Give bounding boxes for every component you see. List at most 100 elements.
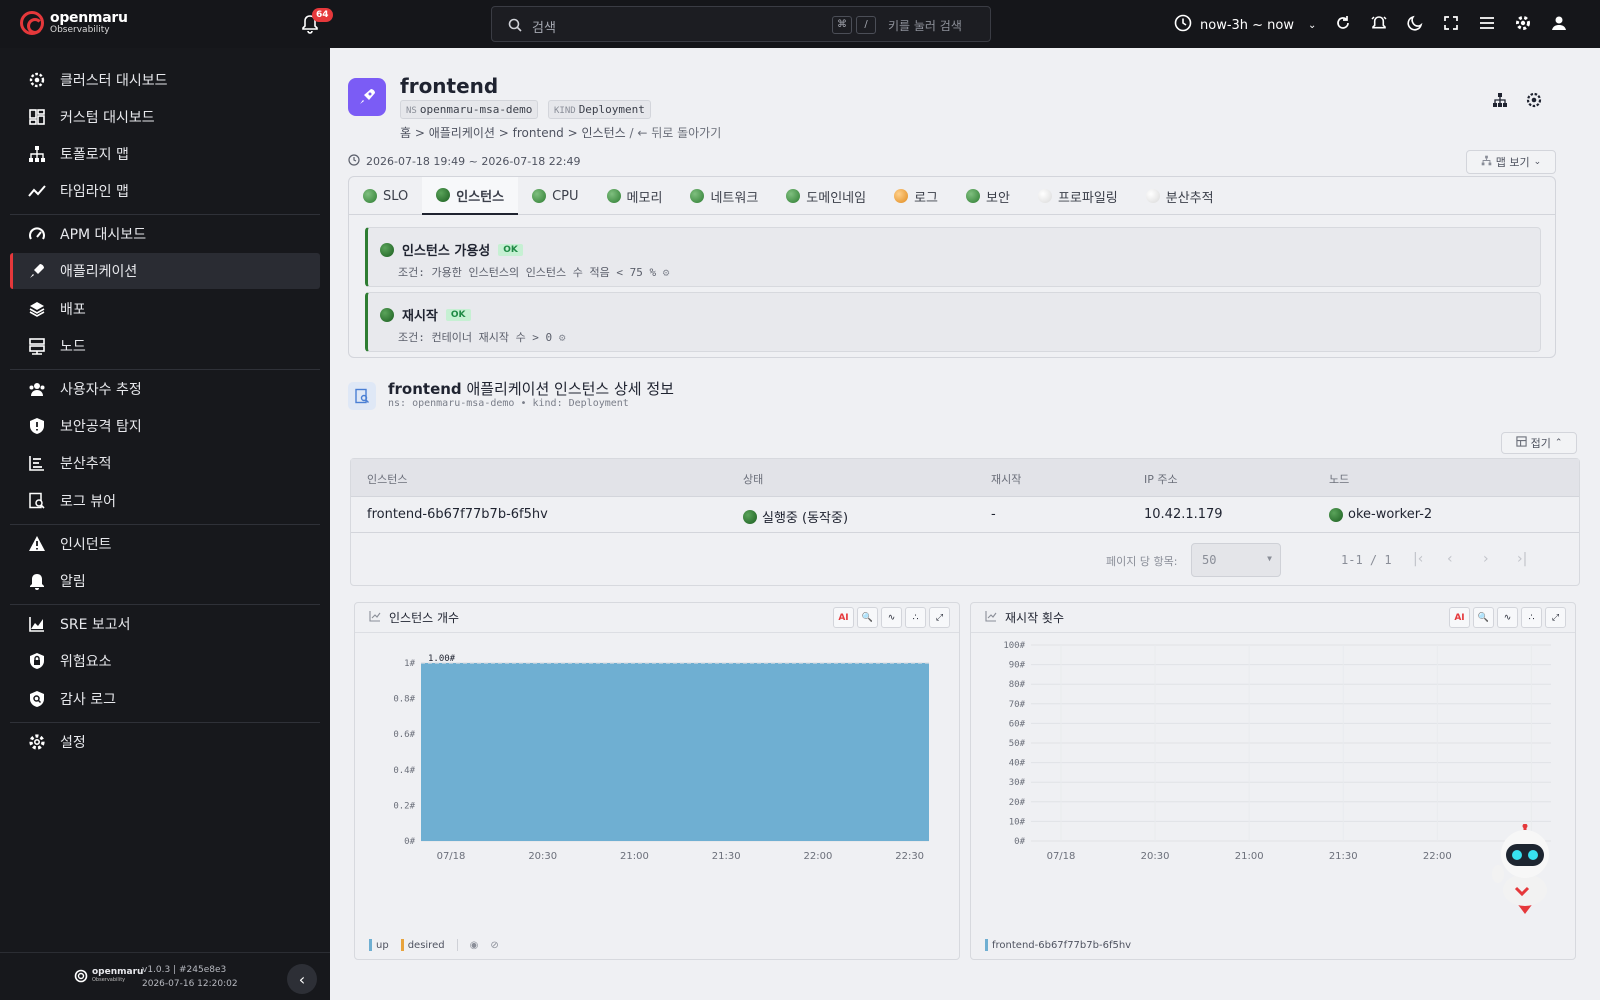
scatter-icon[interactable]: ∴	[1521, 607, 1542, 628]
instance-node[interactable]: oke-worker-2	[1329, 507, 1432, 522]
sidebar-item-layers[interactable]: 배포	[10, 291, 320, 327]
ai-icon[interactable]: AI	[833, 607, 854, 628]
chart-title: 재시작 횟수	[1005, 611, 1065, 625]
sidebar-item-timeline[interactable]: 타임라인 맵	[10, 173, 320, 209]
sidebar-item-warning[interactable]: 인시던트	[10, 526, 320, 562]
user-profile-icon[interactable]	[1550, 14, 1568, 36]
show-all-icon[interactable]: ◉	[470, 940, 479, 951]
search-input[interactable]: 검색 ⌘ / 키를 눌러 검색	[491, 6, 991, 42]
tab-label: SLO	[383, 188, 409, 204]
sidebar-item-shield-search[interactable]: 감사 로그	[10, 681, 320, 717]
sidebar-item-shield-alert[interactable]: 보안공격 탐지	[10, 408, 320, 444]
first-page-icon[interactable]: |‹	[1413, 551, 1423, 567]
gear-icon[interactable]: ⚙	[663, 266, 670, 279]
x-tick-label: 21:30	[1329, 851, 1358, 862]
rule-card-restart[interactable]: 재시작 OK 조건: 컨테이너 재시작 수 > 0 ⚙	[365, 292, 1541, 352]
line-chart-icon	[369, 610, 381, 625]
helm-icon[interactable]	[1526, 92, 1542, 112]
tab-7[interactable]: 보안	[952, 177, 1024, 215]
per-page-select[interactable]: 50 ▼	[1191, 543, 1281, 577]
y-tick-label: 30#	[1009, 778, 1026, 788]
settings-gear-icon[interactable]	[1514, 14, 1532, 36]
sidebar-item-shield-lock[interactable]: 위험요소	[10, 643, 320, 679]
breadcrumb-path[interactable]: 홈 > 애플리케이션 > frontend > 인스턴스	[400, 126, 626, 140]
legend-item-instance[interactable]: frontend-6b67f77b7b-6f5hv	[985, 939, 1131, 951]
y-tick-label: 0.4#	[393, 766, 415, 776]
inspect-icon[interactable]: 🔍	[857, 607, 878, 628]
tab-8[interactable]: 프로파일링	[1024, 177, 1132, 215]
sidebar-item-gear[interactable]: 설정	[10, 724, 320, 760]
tab-0[interactable]: SLO	[349, 177, 422, 215]
prev-page-icon[interactable]: ‹	[1447, 551, 1453, 567]
clock-icon	[1174, 14, 1192, 36]
tab-6[interactable]: 로그	[880, 177, 952, 215]
sidebar-item-trace[interactable]: 분산추적	[10, 445, 320, 481]
legend-item-desired[interactable]: desired	[400, 939, 445, 951]
tab-5[interactable]: 도메인네임	[772, 177, 880, 215]
refresh-icon[interactable]	[1334, 14, 1352, 36]
column-status[interactable]: 상태	[743, 471, 763, 487]
sidebar-item-log-search[interactable]: 로그 뷰어	[10, 483, 320, 519]
instance-ip: 10.42.1.179	[1144, 507, 1223, 522]
map-view-button[interactable]: 맵 보기 ⌄	[1466, 150, 1556, 174]
expand-icon[interactable]: ⤢	[929, 607, 950, 628]
status-dot	[1145, 189, 1160, 203]
notification-count-badge: 64	[312, 8, 333, 22]
sidebar-item-topology[interactable]: 토폴로지 맵	[10, 136, 320, 172]
legend-label: up	[376, 940, 389, 951]
tab-bar: SLO 인스턴스 CPU 메모리 네트워크 도메인네임 로그 보안 프로파일링 분산추적	[349, 177, 1555, 215]
sidebar-item-rocket[interactable]: 애플리케이션	[10, 253, 320, 289]
column-node[interactable]: 노드	[1329, 471, 1349, 487]
collapse-sidebar-button[interactable]: ‹	[287, 964, 317, 994]
gear-icon[interactable]: ⚙	[559, 331, 566, 344]
gauge-icon	[26, 223, 48, 245]
rule-card-availability[interactable]: 인스턴스 가용성 OK 조건: 가용한 인스턴스의 인스턴스 수 적음 < 75 …	[365, 227, 1541, 287]
scatter-icon[interactable]: ∴	[905, 607, 926, 628]
dark-mode-icon[interactable]	[1406, 14, 1424, 36]
expand-icon[interactable]: ⤢	[1545, 607, 1566, 628]
assistant-robot-icon[interactable]	[1490, 823, 1560, 914]
sidebar-item-area-chart[interactable]: SRE 보고서	[10, 606, 320, 642]
back-link[interactable]: / ← 뒤로 돌아가기	[629, 126, 721, 140]
sidebar-item-dashboard-grid[interactable]: 커스텀 대시보드	[10, 99, 320, 135]
rocket-icon	[26, 260, 48, 282]
sidebar-item-server[interactable]: 노드	[10, 328, 320, 364]
legend-item-up[interactable]: up	[369, 939, 389, 951]
fullscreen-icon[interactable]	[1442, 14, 1460, 36]
logo[interactable]: openmaru Observability	[20, 11, 128, 35]
table-icon	[1515, 436, 1527, 450]
tab-1[interactable]: 인스턴스	[422, 177, 519, 215]
instance-restarts: -	[991, 507, 996, 522]
sidebar-item-users[interactable]: 사용자수 추정	[10, 371, 320, 407]
tab-4[interactable]: 네트워크	[676, 177, 772, 215]
tab-3[interactable]: 메모리	[593, 177, 677, 215]
trend-icon[interactable]: ∿	[1497, 607, 1518, 628]
caret-down-icon: ▼	[1267, 554, 1272, 563]
health-tab-panel: SLO 인스턴스 CPU 메모리 네트워크 도메인네임 로그 보안 프로파일링 분산추적 인스턴스…	[348, 176, 1556, 358]
time-range-picker[interactable]: now-3h ~ now ⌄	[1174, 14, 1316, 36]
sidebar-item-label: 노드	[60, 339, 86, 355]
menu-icon[interactable]	[1478, 14, 1496, 36]
sidebar-item-bell-alert[interactable]: 알림	[10, 563, 320, 599]
chevron-up-icon: ⌃	[1554, 438, 1563, 448]
fold-button[interactable]: 접기 ⌃	[1501, 432, 1577, 454]
instance-name[interactable]: frontend-6b67f77b7b-6f5hv	[367, 507, 548, 522]
sidebar-item-gauge[interactable]: APM 대시보드	[10, 216, 320, 252]
alarm-bell-icon[interactable]	[1370, 14, 1388, 36]
last-page-icon[interactable]: ›|	[1517, 551, 1527, 567]
hide-all-icon[interactable]: ⊘	[490, 940, 498, 951]
column-instance[interactable]: 인스턴스	[367, 471, 407, 487]
sidebar-item-label: 배포	[60, 302, 86, 318]
tab-2[interactable]: CPU	[518, 177, 592, 215]
tab-9[interactable]: 분산추적	[1132, 177, 1228, 215]
column-ip[interactable]: IP 주소	[1144, 471, 1178, 487]
ai-icon[interactable]: AI	[1449, 607, 1470, 628]
next-page-icon[interactable]: ›	[1483, 551, 1489, 567]
trend-icon[interactable]: ∿	[881, 607, 902, 628]
inspect-icon[interactable]: 🔍	[1473, 607, 1494, 628]
table-row[interactable]: frontend-6b67f77b7b-6f5hv 실행중 (동작중) - 10…	[351, 497, 1579, 533]
topology-icon[interactable]	[1492, 92, 1508, 112]
sidebar-item-helm[interactable]: 클러스터 대시보드	[10, 62, 320, 98]
column-restarts[interactable]: 재시작	[991, 471, 1021, 487]
sidebar-item-label: APM 대시보드	[60, 227, 147, 243]
